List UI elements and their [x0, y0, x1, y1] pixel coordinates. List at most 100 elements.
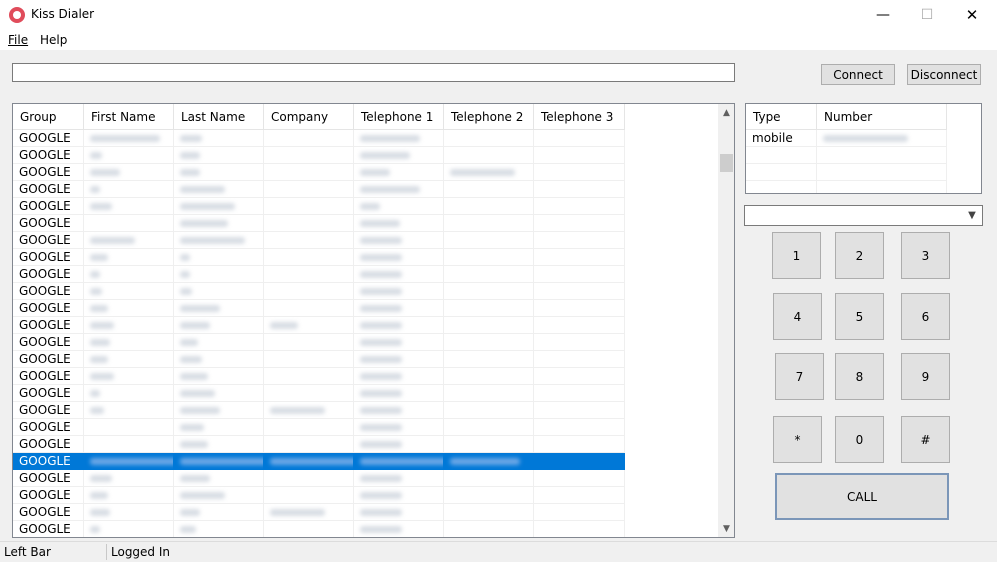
- contacts-header-row: Group First Name Last Name Company Telephone…: [13, 104, 625, 130]
- group-cell: GOOGLE: [13, 181, 84, 198]
- scroll-thumb[interactable]: [720, 154, 733, 172]
- blurred-cell: [174, 198, 264, 215]
- search-input[interactable]: [12, 63, 735, 82]
- chevron-down-icon[interactable]: ▼: [965, 208, 979, 223]
- column-header[interactable]: Telephone 1: [354, 104, 444, 129]
- table-row[interactable]: GOOGLE: [13, 521, 625, 537]
- numbers-row[interactable]: [746, 164, 947, 181]
- empty-cell: [817, 181, 947, 193]
- table-row[interactable]: GOOGLE: [13, 402, 625, 419]
- blurred-cell: [174, 130, 264, 147]
- keypad-key[interactable]: *: [773, 416, 822, 463]
- redacted-text: [90, 135, 160, 142]
- table-row[interactable]: GOOGLE: [13, 130, 625, 147]
- table-row[interactable]: GOOGLE: [13, 283, 625, 300]
- keypad-key[interactable]: 3: [901, 232, 950, 279]
- table-row[interactable]: GOOGLE: [13, 368, 625, 385]
- table-row[interactable]: GOOGLE: [13, 181, 625, 198]
- connect-button[interactable]: Connect: [821, 64, 895, 85]
- table-row[interactable]: GOOGLE: [13, 232, 625, 249]
- blurred-cell: [174, 470, 264, 487]
- blurred-cell: [264, 181, 354, 198]
- table-row[interactable]: GOOGLE: [13, 453, 625, 470]
- menu-help[interactable]: Help: [40, 33, 67, 47]
- table-row[interactable]: GOOGLE: [13, 385, 625, 402]
- numbers-column-header[interactable]: Type: [746, 104, 817, 129]
- contacts-scrollbar[interactable]: ▲ ▼: [718, 104, 734, 537]
- redacted-text: [360, 135, 420, 142]
- table-row[interactable]: GOOGLE: [13, 334, 625, 351]
- menu-file[interactable]: File: [8, 33, 28, 47]
- number-select[interactable]: ▼: [744, 205, 983, 226]
- table-row[interactable]: GOOGLE: [13, 198, 625, 215]
- keypad-key[interactable]: 9: [901, 353, 950, 400]
- blurred-cell: [534, 470, 625, 487]
- close-button[interactable]: ✕: [949, 0, 995, 30]
- redacted-text: [180, 220, 228, 227]
- table-row[interactable]: GOOGLE: [13, 317, 625, 334]
- keypad-key[interactable]: 1: [772, 232, 821, 279]
- redacted-text: [360, 390, 402, 397]
- scroll-down-arrow-icon[interactable]: ▼: [718, 520, 734, 537]
- blurred-cell: [444, 266, 534, 283]
- column-header[interactable]: Telephone 3: [534, 104, 625, 129]
- column-header[interactable]: Group: [13, 104, 84, 129]
- column-header[interactable]: Telephone 2: [444, 104, 534, 129]
- keypad-key[interactable]: 4: [773, 293, 822, 340]
- minimize-button[interactable]: —: [860, 0, 906, 30]
- keypad-key[interactable]: 2: [835, 232, 884, 279]
- column-header[interactable]: Last Name: [174, 104, 264, 129]
- group-cell: GOOGLE: [13, 300, 84, 317]
- call-button[interactable]: CALL: [775, 473, 949, 520]
- blurred-cell: [354, 334, 444, 351]
- table-row[interactable]: GOOGLE: [13, 164, 625, 181]
- blurred-cell: [84, 385, 174, 402]
- blurred-cell: [84, 215, 174, 232]
- table-row[interactable]: GOOGLE: [13, 470, 625, 487]
- table-row[interactable]: GOOGLE: [13, 487, 625, 504]
- redacted-text: [90, 169, 120, 176]
- disconnect-button[interactable]: Disconnect: [907, 64, 981, 85]
- numbers-row[interactable]: mobile: [746, 130, 947, 147]
- blurred-cell: [354, 504, 444, 521]
- scroll-up-arrow-icon[interactable]: ▲: [718, 104, 734, 121]
- blurred-cell: [534, 164, 625, 181]
- blurred-cell: [534, 266, 625, 283]
- table-row[interactable]: GOOGLE: [13, 419, 625, 436]
- blurred-cell: [444, 419, 534, 436]
- blurred-cell: [354, 181, 444, 198]
- contacts-table[interactable]: Group First Name Last Name Company Telephone…: [12, 103, 735, 538]
- table-row[interactable]: GOOGLE: [13, 249, 625, 266]
- table-row[interactable]: GOOGLE: [13, 351, 625, 368]
- table-row[interactable]: GOOGLE: [13, 300, 625, 317]
- keypad-key[interactable]: 6: [901, 293, 950, 340]
- numbers-column-header[interactable]: Number: [817, 104, 947, 129]
- group-cell: GOOGLE: [13, 334, 84, 351]
- column-header[interactable]: First Name: [84, 104, 174, 129]
- blurred-cell: [84, 334, 174, 351]
- keypad-key[interactable]: #: [901, 416, 950, 463]
- numbers-row[interactable]: [746, 147, 947, 164]
- redacted-text: [180, 305, 220, 312]
- blurred-cell: [174, 453, 264, 470]
- table-row[interactable]: GOOGLE: [13, 504, 625, 521]
- column-header[interactable]: Company: [264, 104, 354, 129]
- maximize-button[interactable]: ☐: [904, 0, 950, 30]
- keypad-key[interactable]: 8: [835, 353, 884, 400]
- keypad-key[interactable]: 7: [775, 353, 824, 400]
- table-row[interactable]: GOOGLE: [13, 436, 625, 453]
- table-row[interactable]: GOOGLE: [13, 147, 625, 164]
- keypad-key[interactable]: 5: [835, 293, 884, 340]
- keypad-key[interactable]: 0: [835, 416, 884, 463]
- table-row[interactable]: GOOGLE: [13, 215, 625, 232]
- redacted-text: [360, 424, 402, 431]
- title-bar[interactable]: [0, 0, 997, 30]
- redacted-text: [90, 322, 114, 329]
- numbers-table[interactable]: Type Number mobile: [745, 103, 982, 194]
- group-cell: GOOGLE: [13, 198, 84, 215]
- group-cell: GOOGLE: [13, 283, 84, 300]
- redacted-text: [180, 441, 208, 448]
- table-row[interactable]: GOOGLE: [13, 266, 625, 283]
- numbers-row[interactable]: [746, 181, 947, 193]
- blurred-cell: [444, 487, 534, 504]
